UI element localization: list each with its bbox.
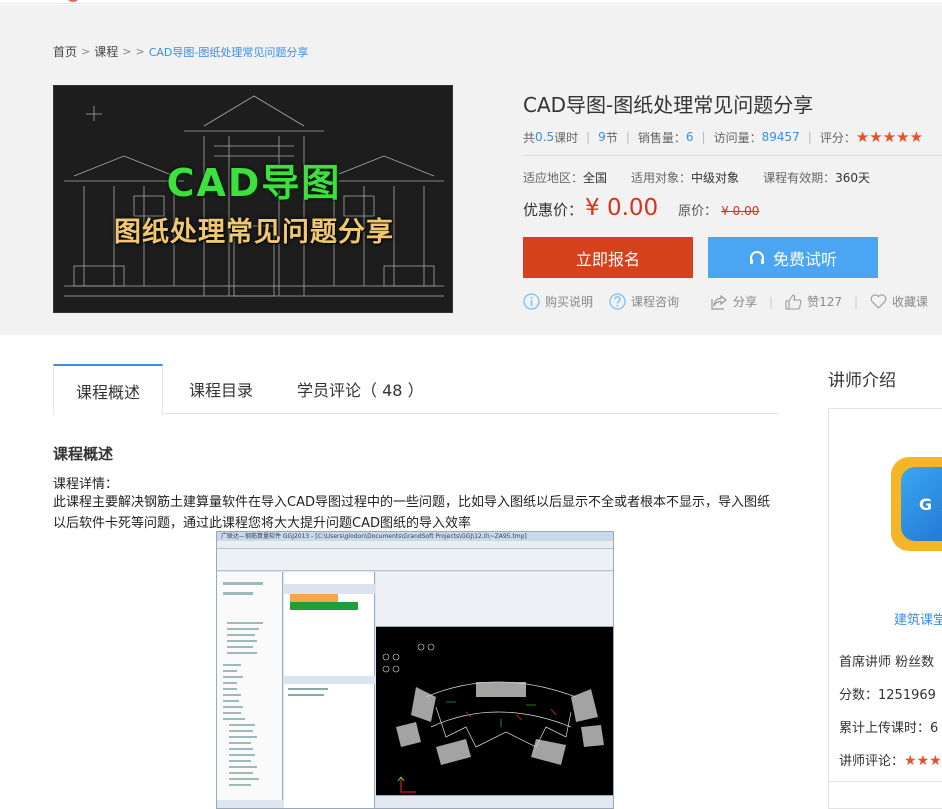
avatar-inner: G 建	[901, 467, 942, 541]
price-value: ¥ 0.00	[585, 195, 659, 221]
region-value: 全国	[583, 171, 608, 185]
validity-label: 课程有效期：	[763, 171, 836, 185]
screenshot-menubar	[217, 541, 613, 549]
screenshot-tree-pane	[217, 572, 283, 808]
cad-plan-drawing	[382, 643, 604, 793]
share-label: 分享	[733, 295, 758, 309]
validity-value: 360天	[835, 171, 870, 185]
question-icon	[609, 293, 626, 310]
layer-table	[284, 584, 375, 696]
course-stats: 共 0.5 课时 | 9 节 | 销售量： 6 | 访问量： 89457 | 评…	[523, 128, 923, 146]
course-hero: 首页 > 课程 > > CAD导图-图纸处理常见问题分享 CAD导图 图纸处理常…	[0, 5, 942, 335]
instructor-card: G 建 建筑课堂 首席讲师 粉丝数 分数：1251969 累计上传课时：6 讲师…	[828, 408, 942, 809]
breadcrumb-current[interactable]: CAD导图-图纸处理常见问题分享	[149, 44, 309, 60]
buy-help-link[interactable]: 购买说明	[523, 293, 593, 310]
actions-divider: |	[854, 294, 859, 309]
avatar-swirl-icon: G	[919, 495, 933, 514]
likes-count: 赞127	[807, 295, 842, 309]
stats-divider: |	[701, 130, 706, 144]
sales-value: 6	[685, 130, 694, 144]
top-strip	[0, 0, 942, 4]
share-link[interactable]: 分享	[711, 293, 757, 310]
actions-divider: |	[769, 294, 774, 309]
course-tabs: 课程概述 课程目录 学员评论（ 48 ）	[53, 364, 778, 415]
instructor-uploads: 累计上传课时：6	[839, 721, 939, 736]
breadcrumb-home[interactable]: 首页	[53, 43, 77, 60]
buy-help-label: 购买说明	[545, 295, 594, 309]
instructor-score: 分数：1251969	[839, 688, 936, 703]
software-screenshot: 广联达—钢筋算量软件 GGJ2013 - [C:\Users\glodon\Do…	[216, 531, 614, 809]
hours-suffix: 课时	[554, 130, 579, 145]
heart-icon	[870, 294, 887, 309]
stats-divider: |	[807, 130, 812, 144]
thumbs-up-icon	[785, 293, 802, 310]
rating-stars: ★★★★★	[855, 128, 924, 146]
instructor-role: 首席讲师 粉丝数	[839, 655, 935, 670]
breadcrumb: 首页 > 课程 > > CAD导图-图纸处理常见问题分享	[53, 43, 308, 60]
detail-text: 此课程主要解决钢筋土建算量软件在导入CAD导图过程中的一些问题，比如导入图纸以后…	[53, 495, 770, 531]
original-price-label: 原价：	[678, 204, 718, 219]
course-actions: 购买说明 课程咨询 分享 | 赞127 | 收藏课	[523, 293, 928, 310]
info-icon	[523, 293, 540, 310]
tab-overview[interactable]: 课程概述	[53, 364, 164, 415]
cover-title: CAD导图	[166, 161, 342, 205]
price-label: 优惠价：	[523, 201, 584, 219]
overview-heading: 课程概述	[53, 445, 114, 463]
instructor-divider	[829, 781, 942, 782]
instructor-avatar[interactable]: G 建	[891, 457, 942, 551]
sections-suffix: 节	[605, 130, 618, 145]
free-trial-button[interactable]: 免费试听	[708, 237, 878, 278]
like-button[interactable]: 赞127	[785, 293, 842, 310]
hours-value: 0.5	[535, 130, 555, 144]
visits-value: 89457	[761, 130, 800, 144]
screenshot-statusbar	[376, 795, 613, 808]
cover-subtitle: 图纸处理常见问题分享	[114, 217, 394, 248]
info-divider	[523, 155, 942, 156]
instructor-reviews: 讲师评论：★★★	[839, 750, 942, 769]
headphones-icon	[749, 250, 764, 264]
chevron-right-icon: >	[135, 45, 145, 58]
hours-prefix: 共	[523, 130, 536, 145]
tab-reviews[interactable]: 学员评论（ 48 ）	[275, 364, 446, 414]
share-icon	[711, 294, 727, 310]
original-price-value: ¥ 0.00	[721, 204, 760, 218]
stats-divider: |	[625, 130, 630, 144]
course-title: CAD导图-图纸处理常见问题分享	[523, 93, 814, 117]
chevron-right-icon: >	[81, 45, 91, 58]
tab-catalog[interactable]: 课程目录	[163, 364, 275, 414]
screenshot-ribbon	[376, 572, 613, 627]
free-trial-label: 免费试听	[772, 249, 837, 269]
rating-label: 评分：	[819, 130, 856, 145]
audience-value: 中级对象	[691, 171, 740, 185]
chevron-right-icon: >	[122, 45, 132, 58]
instructor-review-label: 讲师评论：	[839, 754, 905, 769]
screenshot-cad-canvas	[376, 627, 613, 795]
sections-value: 9	[598, 130, 606, 144]
sales-label: 销售量：	[637, 130, 686, 145]
instructor-heading: 讲师介绍	[828, 371, 896, 391]
logo-fragment-icon	[66, 0, 80, 2]
consult-link[interactable]: 课程咨询	[609, 293, 679, 310]
audience-label: 适用对象：	[631, 171, 692, 185]
screenshot-layer-pane	[284, 572, 375, 808]
breadcrumb-courses[interactable]: 课程	[94, 43, 118, 60]
price-row: 优惠价： ¥ 0.00 原价： ¥ 0.00	[523, 195, 759, 221]
detail-label: 课程详情：	[53, 477, 119, 492]
favorite-label: 收藏课	[892, 295, 929, 309]
screenshot-toolbar	[217, 549, 613, 571]
stats-divider: |	[586, 130, 591, 144]
enroll-button[interactable]: 立即报名	[523, 237, 693, 278]
region-label: 适应地区：	[523, 171, 584, 185]
instructor-name[interactable]: 建筑课堂	[894, 609, 942, 628]
consult-label: 课程咨询	[631, 295, 680, 309]
screenshot-titlebar: 广联达—钢筋算量软件 GGJ2013 - [C:\Users\glodon\Do…	[217, 532, 613, 541]
tree-lines	[217, 582, 283, 808]
course-cover-image[interactable]: CAD导图 图纸处理常见问题分享	[53, 85, 453, 313]
visits-label: 访问量：	[713, 130, 762, 145]
instructor-review-stars: ★★★	[904, 753, 942, 769]
course-meta: 适应地区：全国 适用对象：中级对象 课程有效期：360天	[523, 169, 870, 186]
favorite-button[interactable]: 收藏课	[870, 293, 928, 310]
